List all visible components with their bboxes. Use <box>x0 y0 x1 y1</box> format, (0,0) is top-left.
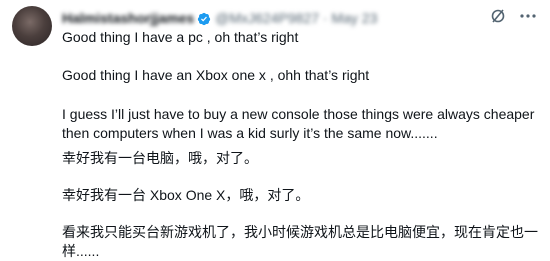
tweet-paragraph: I guess I’ll just have to buy a new cons… <box>62 106 539 141</box>
tweet-paragraph: 看来我只能买台新游戏机了，我小时候游戏机总是比电脑便宜，现在肯定也一样.....… <box>62 224 538 259</box>
tweet-card[interactable]: Halmistashorjjames @MxJ624P9827 · May 23… <box>0 0 550 261</box>
grok-slash-icon[interactable] <box>488 6 508 26</box>
author-display-name[interactable]: Halmistashorjjames <box>62 8 194 28</box>
tweet-header: Halmistashorjjames @MxJ624P9827 · May 23 <box>62 8 538 28</box>
author-handle-and-date[interactable]: @MxJ624P9827 · May 23 <box>215 8 377 28</box>
tweet-paragraph: Good thing I have a pc , oh that’s right <box>62 29 299 45</box>
avatar[interactable] <box>12 6 52 46</box>
tweet-paragraph: 幸好我有一台电脑，哦，对了。 <box>62 150 258 166</box>
more-dots-icon[interactable] <box>518 6 538 26</box>
verified-badge-icon <box>197 11 211 26</box>
tweet-actions <box>488 4 538 28</box>
tweet-paragraph: Good thing I have an Xbox one x , ohh th… <box>62 67 370 83</box>
tweet-paragraph: 幸好我有一台 Xbox One X，哦，对了。 <box>62 187 310 203</box>
